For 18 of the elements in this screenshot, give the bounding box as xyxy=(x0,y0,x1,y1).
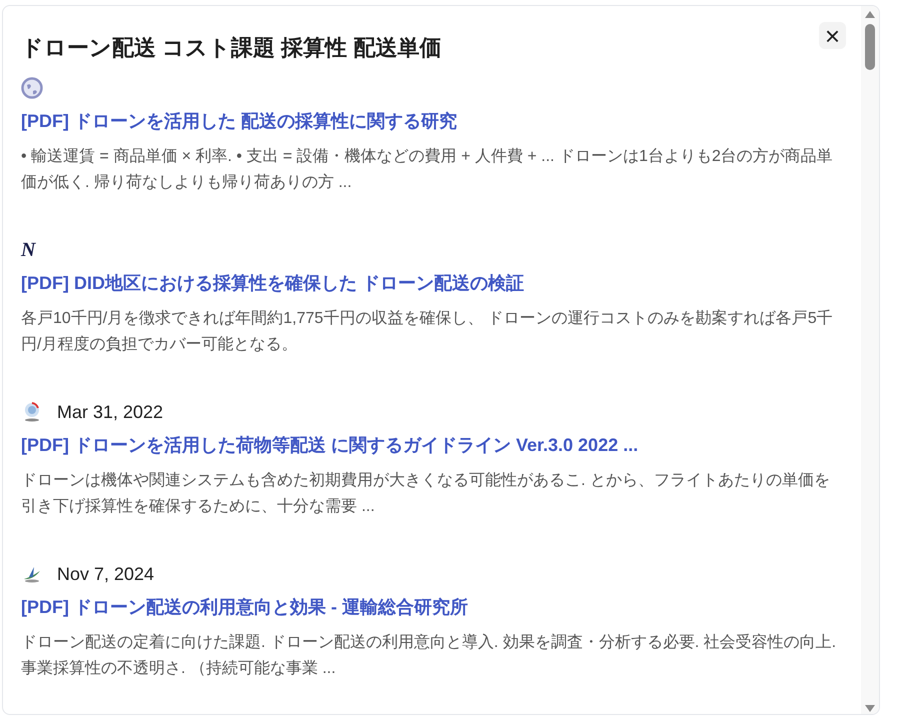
result-snippet: ドローンは機体や関連システムも含めた初期費用が大きくなる可能性があるこ. とから、フライトあたりの単価を引き下げ採算性を確保するために、十分な需要 ... xyxy=(21,470,831,517)
result-link[interactable]: [PDF] ドローン配送の利用意向と効果 - 運輸総合研究所 xyxy=(21,594,845,620)
scrollbar[interactable] xyxy=(861,6,879,714)
result-date: Nov 7, 2024 xyxy=(57,562,154,586)
result-snippet: • 輸送運賃 = 商品単価 × 利率. • 支出 = 設備・機体などの費用 + 人件費 + ... ドローンは1台よりも2台の方が商品単価が低く. 帰り荷なしよりも帰り荷ありの方 ... xyxy=(21,146,834,193)
result-date: Mar 31, 2022 xyxy=(57,400,164,424)
scroll-down-icon[interactable] xyxy=(865,705,875,712)
globe-icon xyxy=(21,77,43,99)
result-snippet: ドローン配送の定着に向けた課題. ドローン配送の利用意向と導入. 効果を調査・分析する必要. 社会受容性の向上. 事業採算性の不透明さ. （持続可能な事業 ... xyxy=(21,632,838,679)
result-link[interactable]: [PDF] ドローンを活用した荷物等配送 に関するガイドライン Ver.3.0 2022 ... xyxy=(21,432,845,458)
scrollbar-thumb[interactable] xyxy=(865,24,875,70)
result-snippet: 各戸10千円/月を徴求できれば年間約1,775千円の収益を確保し、 ドローンの運行コストのみを勘案すれば各戸5千円/月程度の負担でカバー可能となる。 xyxy=(21,308,834,355)
scroll-up-icon[interactable] xyxy=(865,11,875,18)
close-button[interactable]: × xyxy=(819,22,846,49)
result-link[interactable]: [PDF] ドローンを活用した 配送の採算性に関する研究 xyxy=(21,108,845,134)
result-link[interactable]: [PDF] DID地区における採算性を確保した ドローン配送の検証 xyxy=(21,270,845,296)
heading: ドローン配送 コスト課題 採算性 配送単価 xyxy=(21,34,442,62)
site-logo: N xyxy=(21,240,36,260)
